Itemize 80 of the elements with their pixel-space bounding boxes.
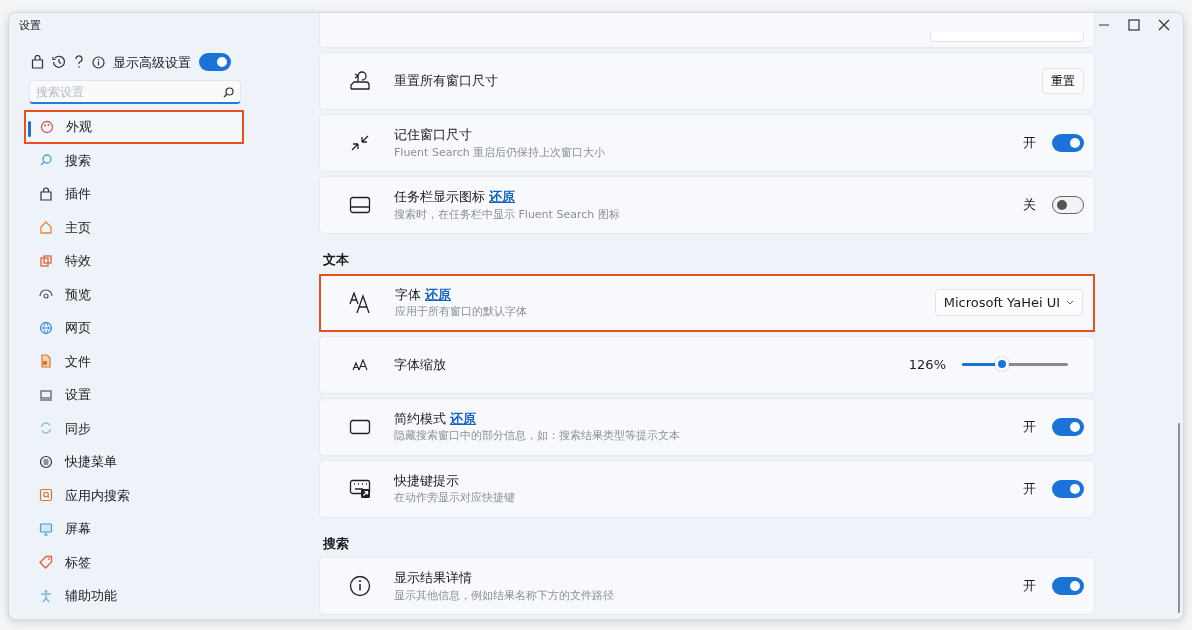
keyboard-icon [349, 478, 371, 499]
search-icon [39, 488, 53, 503]
setting-title: 任务栏显示图标 [394, 189, 485, 204]
setting-title: 快捷键提示 [394, 472, 459, 488]
slider-reading: 126% [908, 355, 946, 374]
sidebar-item[interactable]: 外观 [24, 110, 244, 144]
sidebar-item[interactable]: 屏幕 [25, 512, 237, 546]
rectangle-icon [349, 418, 371, 435]
toggle-state-label: 关 [1023, 196, 1036, 215]
advanced-settings-toggle[interactable] [199, 53, 231, 72]
menu-icon [39, 454, 53, 469]
close-icon [1158, 19, 1170, 31]
sidebar-item[interactable]: 预览 [25, 277, 237, 311]
toggle-state-label: 开 [1023, 577, 1036, 596]
sync-icon [39, 421, 53, 436]
setting-description: 在动作旁显示对应快捷键 [394, 490, 516, 506]
document-icon [39, 354, 53, 369]
sidebar-item[interactable]: 主页 [25, 210, 237, 244]
toggle-state-label: 开 [1023, 479, 1036, 498]
info-icon [92, 55, 105, 69]
setting-description: 应用于所有窗口的默认字体 [395, 304, 528, 320]
setting-title: 记住窗口尺寸 [394, 127, 472, 142]
reset-button[interactable]: 重置 [1042, 68, 1084, 94]
font-icon [349, 291, 373, 314]
toggle-switch[interactable] [1052, 134, 1084, 152]
sidebar-item[interactable]: 同步 [25, 411, 237, 445]
toggle-switch[interactable] [1052, 417, 1084, 436]
home-icon [39, 220, 53, 235]
setting-title: 显示结果详情 [394, 570, 472, 585]
search-icon [223, 87, 234, 98]
chevron-down-icon [1066, 300, 1074, 305]
sidebar-item[interactable]: 特效 [25, 244, 237, 278]
toggle-switch[interactable] [1052, 196, 1084, 214]
sidebar-item[interactable]: 设置 [25, 378, 237, 412]
sidebar-item[interactable]: 标签 [25, 545, 237, 579]
input-field[interactable] [930, 32, 1084, 42]
sidebar-item[interactable]: 网页 [25, 311, 237, 345]
setting-title: 重置所有窗口尺寸 [394, 73, 498, 89]
layers-icon [39, 253, 53, 268]
shrink-icon [349, 133, 371, 153]
setting-description: 隐藏搜索窗口中的部分信息，如：搜索结果类型等提示文本 [394, 428, 681, 444]
font-size-icon [352, 358, 368, 371]
info-icon [349, 575, 371, 597]
toggle-switch[interactable] [1052, 577, 1084, 595]
tag-icon [39, 555, 53, 570]
setting-title: 字体 [395, 286, 421, 302]
scrollbar[interactable] [1178, 423, 1180, 613]
toggle-state-label: 开 [1023, 134, 1036, 153]
slider-thumb[interactable] [995, 357, 1010, 371]
sidebar-item[interactable]: 搜索 [25, 143, 237, 177]
advanced-settings-label: 显示高级设置 [113, 53, 191, 72]
sidebar-item[interactable]: 文件 [25, 344, 237, 378]
history-icon [52, 55, 66, 70]
reset-link[interactable]: 还原 [425, 286, 451, 302]
sidebar-item[interactable]: 应用内搜索 [25, 478, 237, 512]
globe-icon [39, 320, 53, 335]
section-heading: 文本 [323, 251, 350, 269]
font-dropdown[interactable]: Microsoft YaHei UI [934, 288, 1083, 317]
sidebar-item[interactable]: 插件 [25, 177, 237, 211]
setting-title: 字体缩放 [394, 356, 446, 372]
eye-icon [39, 287, 53, 302]
taskbar-icon [349, 196, 371, 214]
maximize-icon [1128, 19, 1140, 31]
window-title: 设置 [19, 18, 42, 34]
help-icon [74, 55, 84, 70]
setting-title: 简约模式 [394, 410, 446, 426]
reset-link[interactable]: 还原 [450, 410, 476, 426]
setting-description: 搜索时，在任务栏中显示 Fluent Search 图标 [394, 206, 621, 223]
toggle-state-label: 开 [1023, 417, 1036, 436]
laptop-icon [39, 387, 53, 402]
setting-description: 显示其他信息，例如结果名称下方的文件路径 [394, 587, 615, 604]
sidebar-item[interactable]: 快捷菜单 [25, 445, 237, 479]
reset-link[interactable]: 还原 [489, 189, 515, 204]
search-icon [39, 153, 53, 168]
figure-icon [39, 588, 53, 603]
toggle-switch[interactable] [1052, 479, 1084, 498]
section-heading: 搜索 [323, 534, 350, 553]
setting-description: Fluent Search 重启后仍保持上次窗口大小 [394, 144, 607, 161]
sidebar-item[interactable]: 辅助功能 [25, 579, 237, 613]
monitor-icon [39, 521, 53, 536]
